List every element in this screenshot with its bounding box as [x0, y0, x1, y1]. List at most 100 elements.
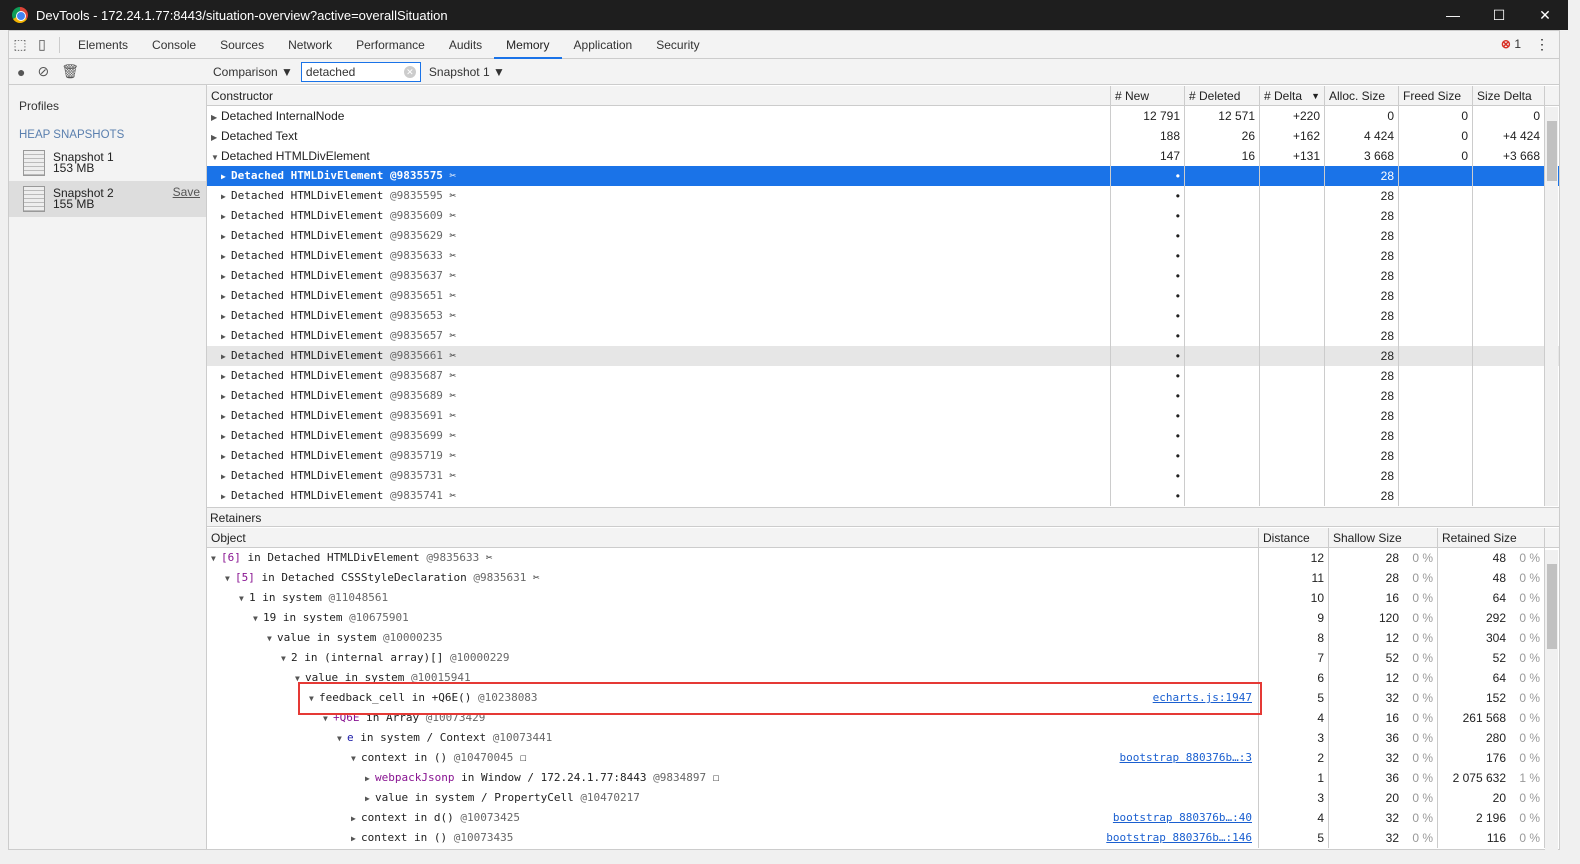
tab-elements[interactable]: Elements — [66, 31, 140, 59]
expand-arrow-icon[interactable]: ▶ — [221, 247, 231, 266]
retainer-row[interactable]: ▼ [6] in Detached HTMLDivElement @9835633… — [207, 548, 1559, 568]
expand-arrow-icon[interactable]: ▶ — [365, 789, 375, 808]
retainer-row[interactable]: ▼ e in system / Context @10073441 3 36 0 % 28… — [207, 728, 1559, 748]
instance-row[interactable]: ▶ Detached HTMLDivElement @9835609 ✂ • 28 — [207, 206, 1559, 226]
error-count[interactable]: ⊗ 1 — [1501, 37, 1521, 51]
clear-icon[interactable]: ⊘ — [37, 63, 49, 80]
instance-row[interactable]: ▶ Detached HTMLDivElement @9835741 ✂ • 28 — [207, 486, 1559, 506]
collapse-arrow-icon[interactable]: ▼ — [351, 749, 361, 768]
source-link[interactable]: echarts.js:1947 — [1153, 688, 1252, 708]
retainer-row[interactable]: ▼ [5] in Detached CSSStyleDeclaration @98… — [207, 568, 1559, 588]
expand-arrow-icon[interactable]: ▶ — [221, 407, 231, 426]
retainer-row[interactable]: ▼ +Q6E in Array @10073429 4 16 0 % 261 568 0 % — [207, 708, 1559, 728]
column-header[interactable]: Freed Size — [1399, 86, 1473, 105]
class-filter-input[interactable]: detached ✕ — [300, 61, 421, 82]
expand-arrow-icon[interactable]: ▶ — [221, 347, 231, 366]
constructor-row[interactable]: ▶ Detached Text 188 26 +162 4 424 0 +4 424 — [207, 126, 1559, 146]
column-header[interactable]: Retained Size — [1438, 528, 1545, 547]
expand-arrow-icon[interactable]: ▶ — [365, 769, 375, 788]
retainer-row[interactable]: ▶ context in () @10073435 bootstrap 880376… — [207, 828, 1559, 848]
retainer-row[interactable]: ▼ value in system @10000235 8 12 0 % 304 0 % — [207, 628, 1559, 648]
device-toolbar-icon[interactable]: ▯ — [31, 36, 53, 53]
source-link[interactable]: bootstrap 880376b…:3 — [1120, 748, 1252, 768]
collapse-arrow-icon[interactable]: ▼ — [211, 148, 221, 166]
instance-row[interactable]: ▶ Detached HTMLDivElement @9835657 ✂ • 28 — [207, 326, 1559, 346]
collapse-arrow-icon[interactable]: ▼ — [309, 689, 319, 708]
expand-arrow-icon[interactable]: ▶ — [221, 327, 231, 346]
expand-arrow-icon[interactable]: ▶ — [221, 387, 231, 406]
tab-security[interactable]: Security — [644, 31, 711, 59]
collapse-arrow-icon[interactable]: ▼ — [281, 649, 291, 668]
expand-arrow-icon[interactable]: ▶ — [221, 187, 231, 206]
column-header[interactable]: # Delta ▼ — [1260, 86, 1325, 105]
retainer-row[interactable]: ▶ value in system / PropertyCell @1047021… — [207, 788, 1559, 808]
retainer-row[interactable]: ▶ context in d() @10073425 bootstrap 88037… — [207, 808, 1559, 828]
expand-arrow-icon[interactable]: ▶ — [211, 128, 221, 146]
tab-sources[interactable]: Sources — [208, 31, 276, 59]
collapse-arrow-icon[interactable]: ▼ — [225, 569, 235, 588]
instance-row[interactable]: ▶ Detached HTMLDivElement @9835629 ✂ • 28 — [207, 226, 1559, 246]
expand-arrow-icon[interactable]: ▶ — [211, 108, 221, 126]
maximize-button[interactable]: ☐ — [1476, 0, 1522, 30]
more-menu-icon[interactable]: ⋮ — [1535, 36, 1549, 53]
column-header[interactable]: # Deleted — [1185, 86, 1260, 105]
record-icon[interactable]: ● — [17, 64, 25, 80]
column-header[interactable]: Alloc. Size — [1325, 86, 1399, 105]
expand-arrow-icon[interactable]: ▶ — [221, 227, 231, 246]
expand-arrow-icon[interactable]: ▶ — [221, 447, 231, 466]
tab-network[interactable]: Network — [276, 31, 344, 59]
tab-console[interactable]: Console — [140, 31, 208, 59]
retainer-row[interactable]: ▶ webpackJsonp in Window / 172.24.1.77:84… — [207, 768, 1559, 788]
table-header[interactable]: Constructor # New # Deleted # Delta ▼ Alloc.… — [207, 86, 1559, 106]
tab-performance[interactable]: Performance — [344, 31, 437, 59]
expand-arrow-icon[interactable]: ▶ — [351, 829, 361, 848]
expand-arrow-icon[interactable]: ▶ — [221, 367, 231, 386]
instance-row[interactable]: ▶ Detached HTMLDivElement @9835661 ✂ • 28 — [207, 346, 1559, 366]
retainer-row[interactable]: ▼ 2 in (internal array)[] @10000229 7 52 0 %… — [207, 648, 1559, 668]
tab-audits[interactable]: Audits — [437, 31, 494, 59]
constructor-row[interactable]: ▼ Detached HTMLDivElement 147 16 +131 3 668 0 +… — [207, 146, 1559, 166]
retainer-row[interactable]: ▼ 19 in system @10675901 9 120 0 % 292 0 % — [207, 608, 1559, 628]
column-header[interactable]: Distance — [1259, 528, 1329, 547]
base-snapshot-select[interactable]: Snapshot 1 ▼ — [429, 65, 505, 79]
instance-row[interactable]: ▶ Detached HTMLDivElement @9835653 ✂ • 28 — [207, 306, 1559, 326]
save-link[interactable]: Save — [173, 185, 200, 199]
column-header[interactable]: Shallow Size — [1329, 528, 1438, 547]
column-header[interactable]: Object — [207, 528, 1259, 547]
instance-row[interactable]: ▶ Detached HTMLDivElement @9835633 ✂ • 28 — [207, 246, 1559, 266]
close-button[interactable]: ✕ — [1522, 0, 1568, 30]
instance-row[interactable]: ▶ Detached HTMLDivElement @9835691 ✂ • 28 — [207, 406, 1559, 426]
expand-arrow-icon[interactable]: ▶ — [221, 207, 231, 226]
instance-row[interactable]: ▶ Detached HTMLDivElement @9835687 ✂ • 28 — [207, 366, 1559, 386]
expand-arrow-icon[interactable]: ▶ — [221, 487, 231, 506]
expand-arrow-icon[interactable]: ▶ — [221, 167, 231, 186]
column-header[interactable]: Constructor — [207, 86, 1111, 105]
constructor-row[interactable]: ▶ Detached InternalNode 12 791 12 571 +220 0 0… — [207, 106, 1559, 126]
expand-arrow-icon[interactable]: ▶ — [221, 307, 231, 326]
expand-arrow-icon[interactable]: ▶ — [351, 809, 361, 828]
instance-row[interactable]: ▶ Detached HTMLDivElement @9835719 ✂ • 28 — [207, 446, 1559, 466]
collapse-arrow-icon[interactable]: ▼ — [323, 709, 333, 728]
instance-row[interactable]: ▶ Detached HTMLDivElement @9835575 ✂ • 28 — [207, 166, 1559, 186]
instance-row[interactable]: ▶ Detached HTMLDivElement @9835731 ✂ • 28 — [207, 466, 1559, 486]
collapse-arrow-icon[interactable]: ▼ — [267, 629, 277, 648]
retainers-header[interactable]: Object Distance Shallow Size Retained Size — [207, 528, 1559, 548]
instance-row[interactable]: ▶ Detached HTMLDivElement @9835595 ✂ • 28 — [207, 186, 1559, 206]
expand-arrow-icon[interactable]: ▶ — [221, 427, 231, 446]
expand-arrow-icon[interactable]: ▶ — [221, 267, 231, 286]
retainer-row[interactable]: ▼ 1 in system @11048561 10 16 0 % 64 0 % — [207, 588, 1559, 608]
collapse-arrow-icon[interactable]: ▼ — [211, 549, 221, 568]
reveal-box-icon[interactable]: ☐ — [513, 751, 527, 764]
trash-icon[interactable]: 🗑 — [61, 63, 79, 80]
collapse-arrow-icon[interactable]: ▼ — [295, 669, 305, 688]
minimize-button[interactable]: — — [1430, 0, 1476, 30]
tab-application[interactable]: Application — [562, 31, 645, 59]
clear-filter-icon[interactable]: ✕ — [403, 65, 416, 78]
column-header[interactable]: Size Delta — [1473, 86, 1545, 105]
instance-row[interactable]: ▶ Detached HTMLDivElement @9835651 ✂ • 28 — [207, 286, 1559, 306]
reveal-box-icon[interactable]: ☐ — [706, 771, 720, 784]
collapse-arrow-icon[interactable]: ▼ — [253, 609, 263, 628]
instance-row[interactable]: ▶ Detached HTMLDivElement @9835689 ✂ • 28 — [207, 386, 1559, 406]
view-select[interactable]: Comparison ▼ — [213, 65, 293, 79]
source-link[interactable]: bootstrap 880376b…:146 — [1106, 828, 1252, 848]
